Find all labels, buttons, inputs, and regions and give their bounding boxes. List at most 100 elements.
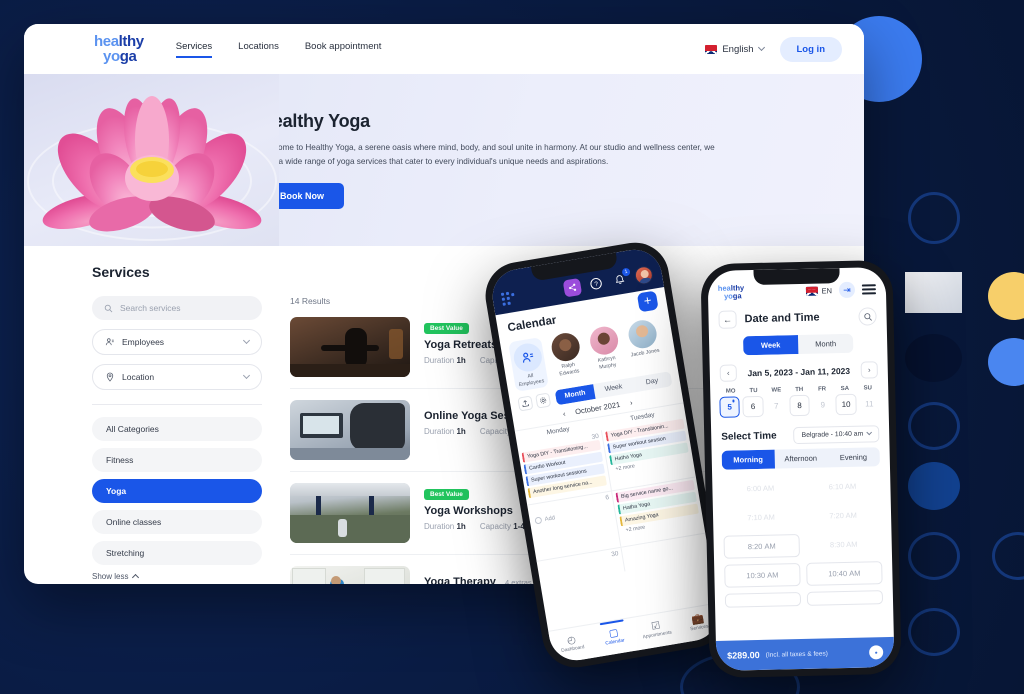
next-week-button[interactable]: › <box>860 361 878 379</box>
avatar <box>549 331 582 364</box>
add-appointment-button[interactable]: + <box>636 290 659 313</box>
deco-ring-5 <box>908 608 960 656</box>
chevron-down-icon <box>866 429 873 436</box>
gear-icon[interactable] <box>535 391 552 409</box>
employee-ralph-edwards[interactable]: Ralph Edwards <box>547 331 588 386</box>
employees-filter[interactable]: Employees <box>92 329 262 355</box>
best-value-badge: Best Value <box>424 323 469 334</box>
part-afternoon[interactable]: Afternoon <box>774 448 827 468</box>
dow-su: SU <box>863 385 873 392</box>
category-fitness[interactable]: Fitness <box>92 448 262 472</box>
hero-section: Healthy Yoga Welcome to Healthy Yoga, a … <box>24 74 864 246</box>
slot-time: 8:20 <box>747 541 763 552</box>
bottom-nav-calendar[interactable]: ▢ Calendar <box>591 618 639 658</box>
booking-language-selector[interactable]: EN <box>805 286 832 296</box>
show-less-toggle[interactable]: Show less <box>92 572 262 582</box>
time-slot[interactable]: 10:40 AM <box>806 561 883 586</box>
slot-time: 6:10 <box>828 482 844 492</box>
location-pin-icon <box>106 372 114 382</box>
slot-time: 7:10 <box>747 512 763 523</box>
search-input[interactable]: Search services <box>92 296 262 320</box>
slot-time: 7:20 <box>829 511 845 521</box>
nav-item-locations[interactable]: Locations <box>238 41 279 58</box>
search-icon <box>104 304 113 312</box>
dow-mo: MO <box>725 388 736 395</box>
time-slot[interactable]: 10:30 AM <box>724 563 801 588</box>
deco-circle-yellow <box>988 272 1024 320</box>
chevron-down-icon <box>757 43 765 52</box>
timezone-selector[interactable]: Belgrade - 10:40 am <box>793 425 880 445</box>
export-icon[interactable] <box>517 394 534 412</box>
employee-jacob-jones[interactable]: Jacob Jones <box>623 318 664 373</box>
price-bar[interactable]: $289.00 (Incl. all taxes & fees) • <box>715 636 895 671</box>
part-evening[interactable]: Evening <box>827 447 880 467</box>
date-cell-10[interactable]: 10 <box>835 393 857 416</box>
part-morning[interactable]: Morning <box>721 449 775 470</box>
toggle-month[interactable]: Month <box>798 334 853 354</box>
help-icon[interactable]: ? <box>586 274 606 294</box>
best-value-badge: Best Value <box>424 489 469 500</box>
language-selector[interactable]: English <box>705 43 765 55</box>
time-slot[interactable]: 8:20 AM <box>723 534 800 559</box>
time-slot: 7:10 AM <box>723 505 800 530</box>
search-placeholder-text: Search services <box>120 303 181 313</box>
all-employees-icon <box>511 341 544 374</box>
bottom-nav-appointments[interactable]: ☑ Appointments <box>633 611 681 651</box>
service-thumbnail <box>290 483 410 543</box>
category-yoga[interactable]: Yoga <box>92 479 262 503</box>
next-month-button[interactable]: › <box>629 398 633 407</box>
login-button[interactable]: Log in <box>779 36 842 62</box>
category-stretching[interactable]: Stretching <box>92 541 262 565</box>
avatar <box>587 324 620 357</box>
back-button[interactable]: ← <box>718 310 737 329</box>
app-logo-icon <box>500 291 517 307</box>
employees-filter-label: Employees <box>122 337 165 347</box>
chevron-up-icon <box>132 573 140 582</box>
employees-icon <box>105 338 114 346</box>
login-icon[interactable]: ⇥ <box>838 281 856 299</box>
date-cell-5[interactable]: 5 <box>719 396 741 418</box>
share-icon[interactable] <box>562 277 583 298</box>
service-thumbnail <box>290 566 410 584</box>
duration-label: Duration <box>424 356 455 365</box>
notifications-bell-icon[interactable]: 1 <box>610 267 631 290</box>
deco-circle-solid-blue <box>908 462 960 510</box>
date-cell-6[interactable]: 6 <box>742 395 764 418</box>
deco-ring-3 <box>908 532 960 580</box>
price-note: (Incl. all taxes & fees) <box>765 649 828 659</box>
category-all[interactable]: All Categories <box>92 417 262 441</box>
service-thumbnail <box>290 400 410 460</box>
date-cell-8[interactable]: 8 <box>789 394 810 417</box>
employee-all[interactable]: All Employees <box>508 337 549 392</box>
category-online-classes[interactable]: Online classes <box>92 510 262 534</box>
time-slot[interactable] <box>724 592 802 608</box>
language-label: English <box>722 43 754 55</box>
service-duration: 1h <box>456 522 466 531</box>
service-duration: 1h <box>456 427 466 436</box>
toggle-week[interactable]: Week <box>742 335 799 356</box>
employee-kathryn-murphy[interactable]: Kathryn Murphy <box>585 324 626 379</box>
svg-text:?: ? <box>594 281 599 289</box>
nav-item-services[interactable]: Services <box>175 41 213 58</box>
time-slot: 7:20 AM <box>805 503 882 528</box>
prev-month-button[interactable]: ‹ <box>562 409 566 418</box>
booking-phone-screen: healthy yoga EN ⇥ ← Date and Time Week M… <box>707 267 895 671</box>
expand-icon[interactable]: • <box>869 645 884 660</box>
slot-meridiem: AM <box>846 539 858 549</box>
location-filter[interactable]: Location <box>92 364 262 390</box>
prev-week-button[interactable]: ‹ <box>719 364 737 382</box>
time-slot[interactable] <box>806 590 884 606</box>
nav-item-book-appointment[interactable]: Book appointment <box>305 41 382 58</box>
time-slot-grid: 6:00 AM 6:10 AM 7:10 AM 7:20 AM 8:20 AM … <box>712 466 893 608</box>
booking-logo[interactable]: healthy yoga <box>718 283 745 300</box>
service-duration: 1h <box>456 356 466 365</box>
filter-divider <box>92 404 262 405</box>
bottom-nav-dashboard[interactable]: ◴ Dashboard <box>548 625 596 665</box>
site-logo[interactable]: healthy yoga <box>94 34 144 65</box>
menu-icon[interactable] <box>861 282 877 297</box>
search-icon[interactable] <box>858 307 877 326</box>
chevron-down-icon <box>242 371 251 380</box>
avatar[interactable] <box>633 264 655 286</box>
slot-meridiem: AM <box>763 512 775 522</box>
uk-flag-icon <box>805 286 818 296</box>
